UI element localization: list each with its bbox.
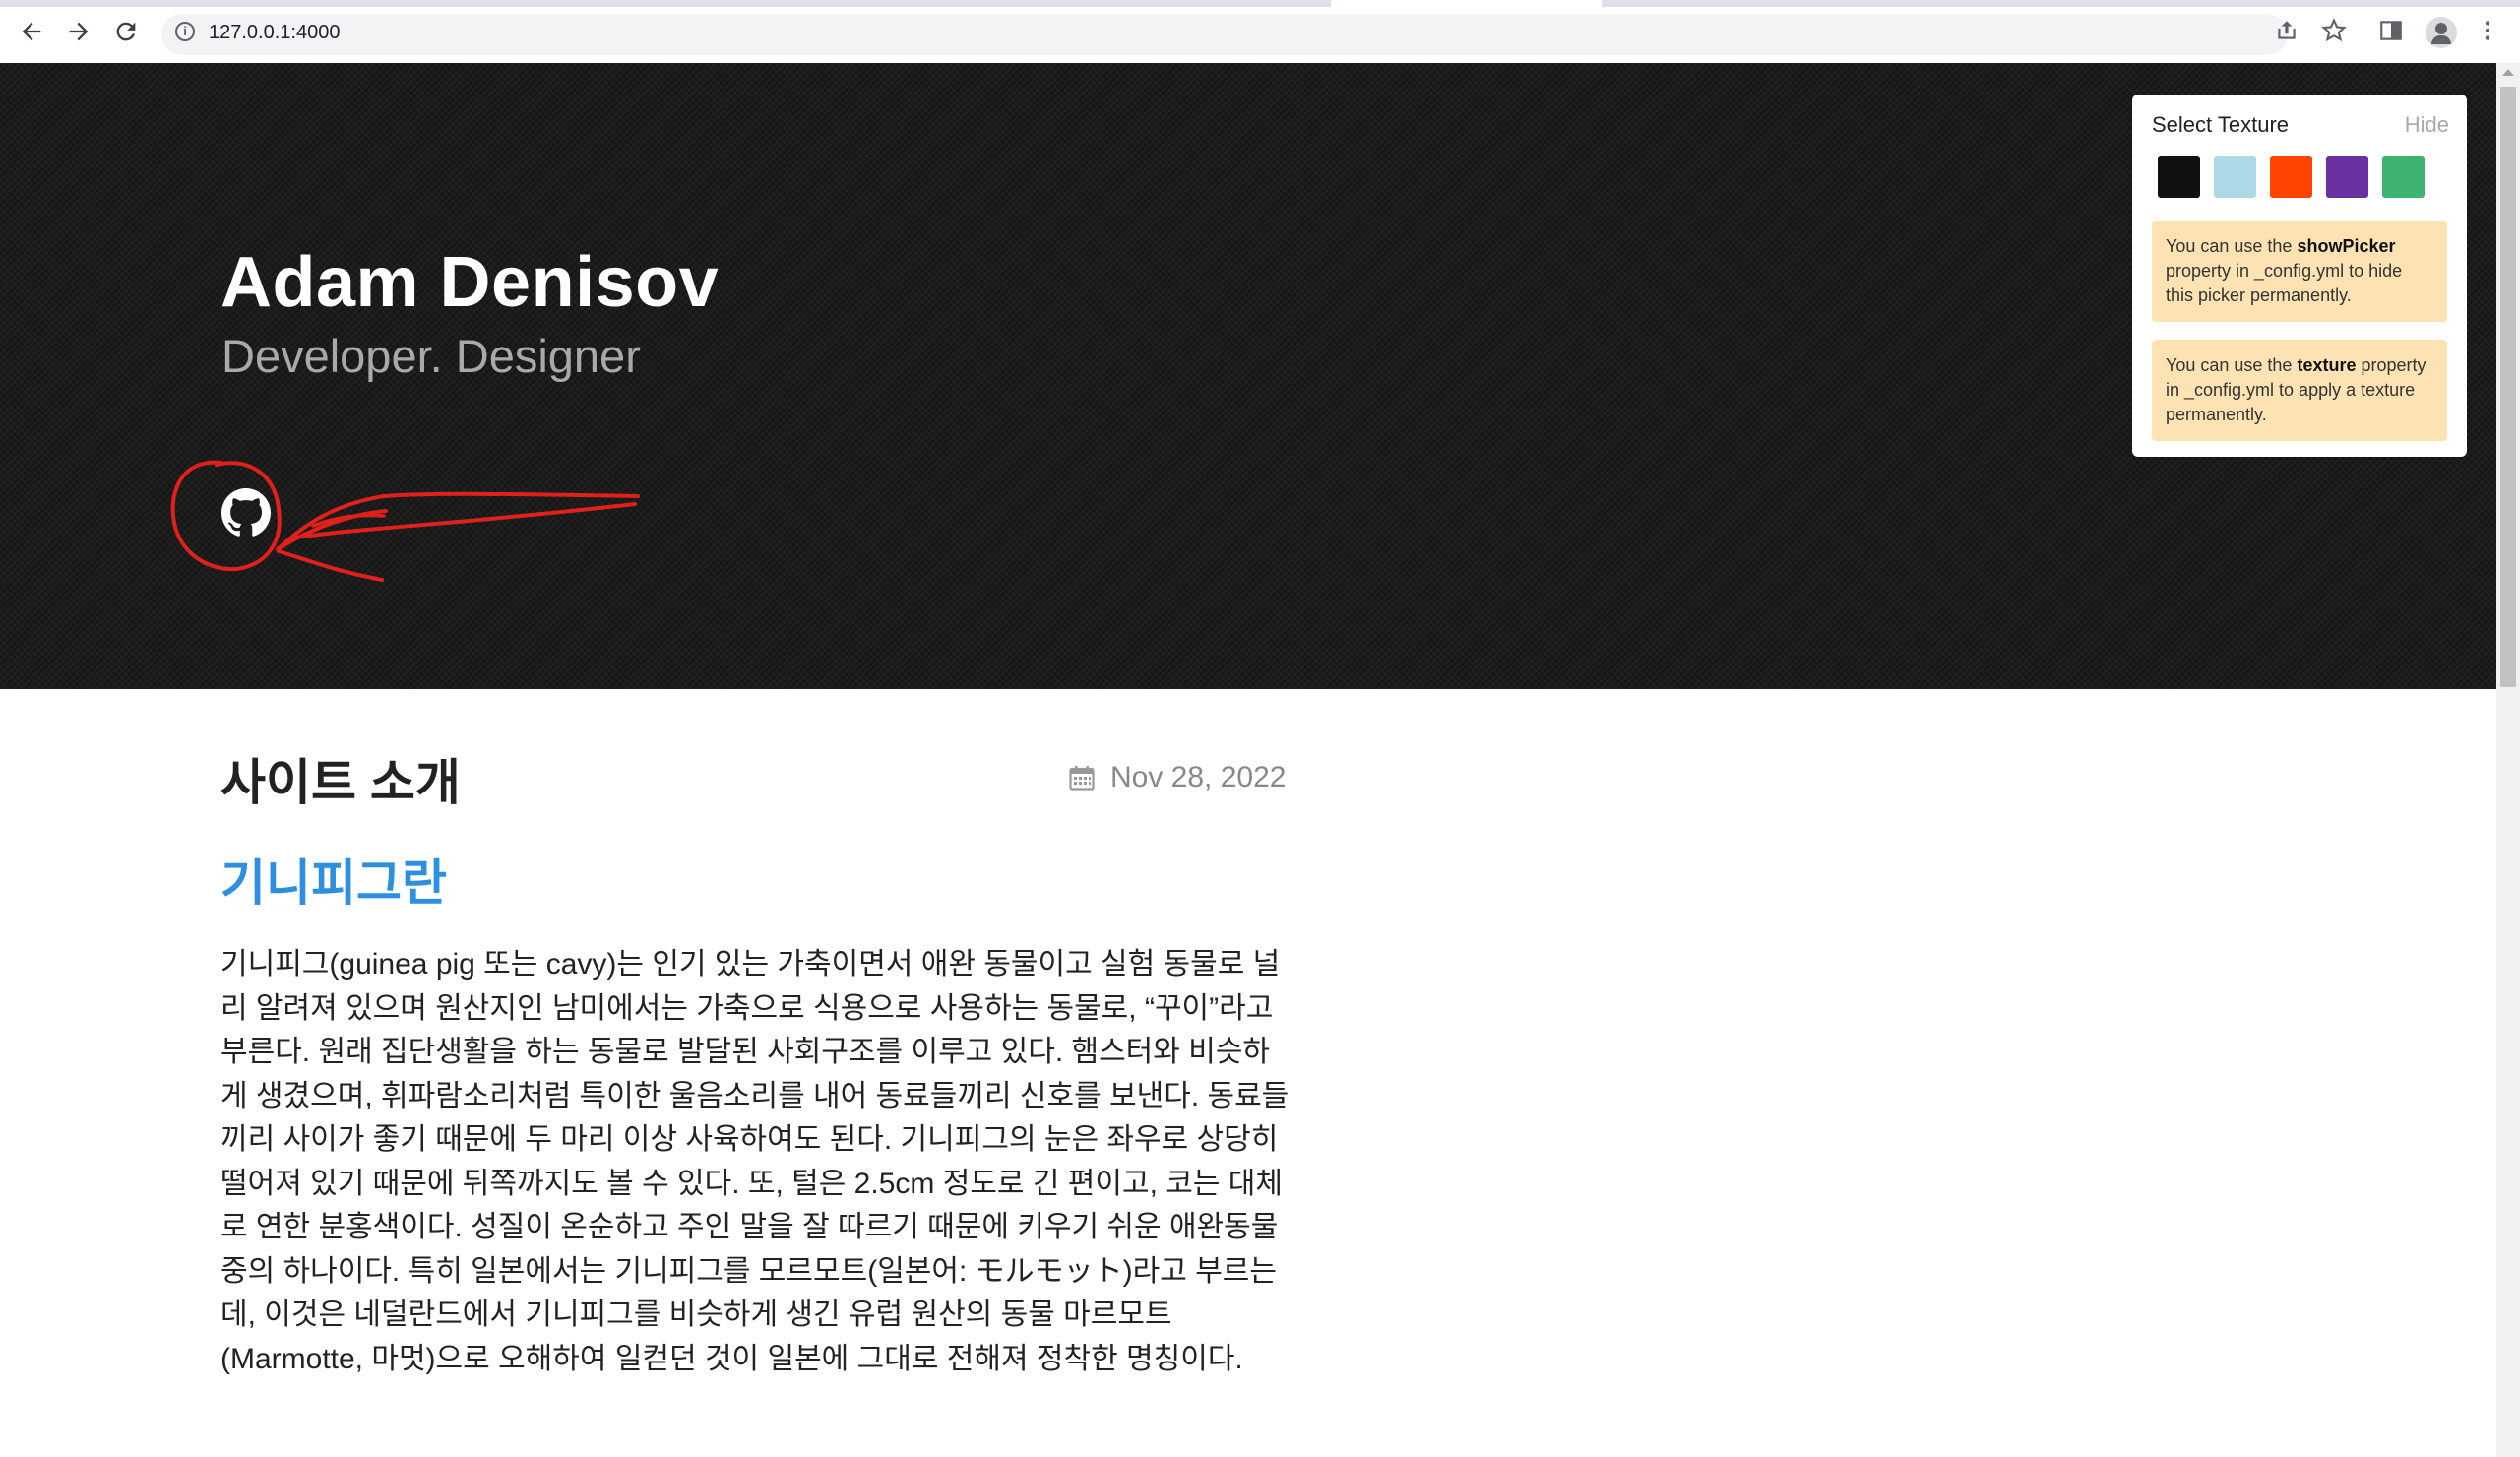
profile-icon[interactable] [2426,17,2457,48]
note-keyword: texture [2297,355,2357,375]
forward-arrow-icon[interactable] [65,18,93,45]
post-date-text: Nov 28, 2022 [1110,761,1287,793]
swatch-black[interactable] [2158,156,2200,198]
browser-toolbar: i 127.0.0.1:4000 [0,0,2520,64]
tab-strip [0,0,2520,7]
post-title[interactable]: 사이트 소개 [220,743,461,814]
note-keyword: showPicker [2297,236,2396,256]
swatch-orange[interactable] [2270,156,2312,198]
back-arrow-icon[interactable] [18,18,45,45]
active-tab[interactable] [1331,0,1602,7]
annotation-circle-arrow [170,460,640,582]
note-text: property in _config.yml to hide this pic… [2166,261,2403,305]
star-icon[interactable] [2319,18,2349,47]
swatch-green[interactable] [2382,156,2425,198]
body-paragraph: 기니피그(guinea pig 또는 cavy)는 인기 있는 가축이면서 애완… [220,948,1290,1375]
scrollbar-thumb[interactable] [2500,87,2516,687]
swatch-purple[interactable] [2326,156,2368,198]
info-icon[interactable]: i [175,22,195,41]
reload-icon[interactable] [112,18,140,45]
avatar-head [2435,23,2447,34]
site-subtitle: Developer. Designer [221,330,641,382]
side-panel-icon[interactable] [2376,18,2406,47]
address-bar[interactable] [161,14,2288,55]
site-header: Adam Denisov Developer. Designer [0,63,2496,689]
kebab-menu-icon[interactable] [2473,18,2502,47]
picker-title: Select Texture [2152,112,2290,137]
note-text: You can use the [2166,355,2298,375]
show-picker-note: You can use the showPicker property in _… [2152,221,2447,322]
note-text: You can use the [2166,236,2298,256]
texture-note: You can use the texture property in _con… [2152,340,2447,441]
swatch-light-blue[interactable] [2214,156,2256,198]
scroll-up-arrow-icon[interactable] [2502,69,2514,76]
calendar-icon [1069,766,1095,791]
url-text[interactable]: 127.0.0.1:4000 [209,22,340,44]
share-icon[interactable] [2272,18,2301,47]
section-heading: 기니피그란 [220,855,447,911]
site-title[interactable]: Adam Denisov [220,242,719,323]
avatar-body [2431,35,2451,44]
hide-picker-button[interactable]: Hide [2405,112,2449,138]
scrollbar[interactable] [2496,63,2520,1457]
texture-picker: Select Texture Hide You can use the show… [2132,95,2467,457]
